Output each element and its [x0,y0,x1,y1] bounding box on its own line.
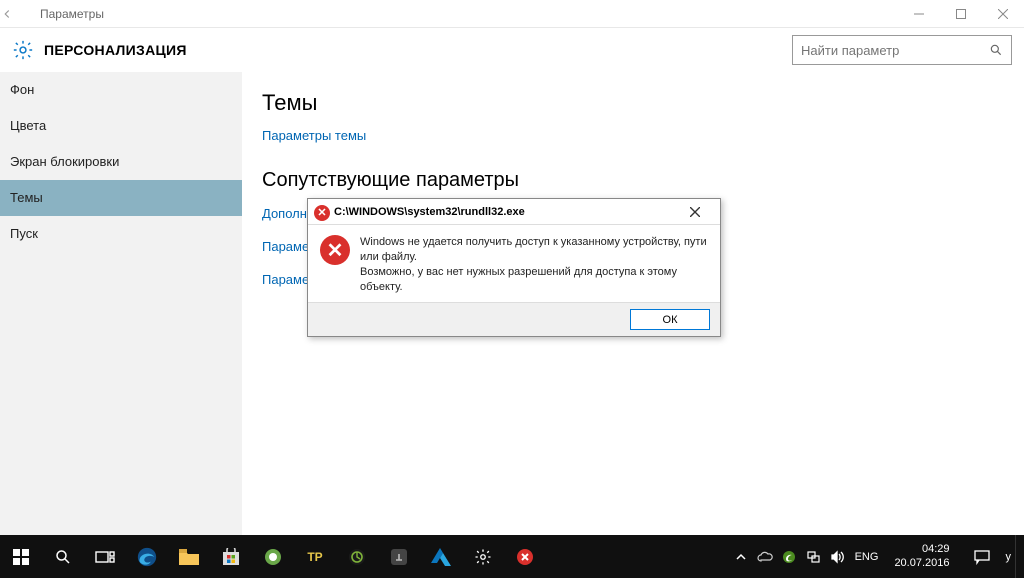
link-theme-settings[interactable]: Параметры темы [262,128,1004,143]
titlebar: Параметры [0,0,1024,28]
search-icon [989,43,1003,57]
sidebar-item-themes[interactable]: Темы [0,180,242,216]
dialog-close-button[interactable] [690,207,714,217]
section-title-related: Сопутствующие параметры [262,169,1004,192]
taskbar-app-4[interactable] [378,535,420,578]
gear-icon [12,39,34,61]
taskbar-app-5[interactable] [420,535,462,578]
sidebar-item-start[interactable]: Пуск [0,216,242,252]
tray-clock[interactable]: 04:29 20.07.2016 [886,543,957,569]
search-input[interactable] [801,43,989,58]
taskview-button[interactable] [84,535,126,578]
taskbar: TP ENG 04:29 20.07.2016 [0,535,1024,578]
error-dialog: ✕ C:\WINDOWS\system32\rundll32.exe ✕ Win… [307,198,721,337]
system-tray: ENG 04:29 20.07.2016 y [731,535,1024,578]
tray-onedrive-icon[interactable] [755,535,775,578]
section-title-themes: Темы [262,90,1004,116]
taskbar-app-3[interactable] [336,535,378,578]
sidebar: Фон Цвета Экран блокировки Темы Пуск [0,72,242,535]
tray-volume-icon[interactable] [827,535,847,578]
sidebar-item-lockscreen[interactable]: Экран блокировки [0,144,242,180]
dialog-title: C:\WINDOWS\system32\rundll32.exe [334,206,690,218]
back-button[interactable] [0,7,40,21]
action-center-button[interactable] [962,535,1002,578]
taskbar-edge[interactable] [126,535,168,578]
taskbar-app-close[interactable] [504,535,546,578]
dialog-message-line2: Возможно, у вас нет нужных разрешений дл… [360,265,708,295]
taskbar-app-1[interactable] [252,535,294,578]
maximize-button[interactable] [940,0,982,28]
dialog-message: Windows не удается получить доступ к ука… [360,235,708,294]
taskbar-settings[interactable] [462,535,504,578]
taskbar-app-tp[interactable]: TP [294,535,336,578]
page-heading: ПЕРСОНАЛИЗАЦИЯ [44,42,782,58]
sidebar-item-background[interactable]: Фон [0,72,242,108]
minimize-button[interactable] [898,0,940,28]
tray-time: 04:29 [894,543,949,556]
dialog-titlebar: ✕ C:\WINDOWS\system32\rundll32.exe [308,199,720,225]
taskbar-store[interactable] [210,535,252,578]
show-desktop-button[interactable] [1015,535,1021,578]
tray-nvidia-icon[interactable] [779,535,799,578]
taskbar-explorer[interactable] [168,535,210,578]
close-button[interactable] [982,0,1024,28]
search-box[interactable] [792,35,1012,65]
search-button[interactable] [42,535,84,578]
tray-language[interactable]: ENG [851,535,883,578]
error-icon: ✕ [320,235,350,265]
start-button[interactable] [0,535,42,578]
sidebar-item-colors[interactable]: Цвета [0,108,242,144]
tray-date: 20.07.2016 [894,557,949,570]
header: ПЕРСОНАЛИЗАЦИЯ [0,28,1024,72]
error-icon-small: ✕ [314,205,328,219]
dialog-message-line1: Windows не удается получить доступ к ука… [360,235,708,265]
tray-show-hidden-icon[interactable] [731,535,751,578]
tray-network-icon[interactable] [803,535,823,578]
window-title: Параметры [40,7,898,21]
ok-button[interactable]: ОК [630,309,710,330]
